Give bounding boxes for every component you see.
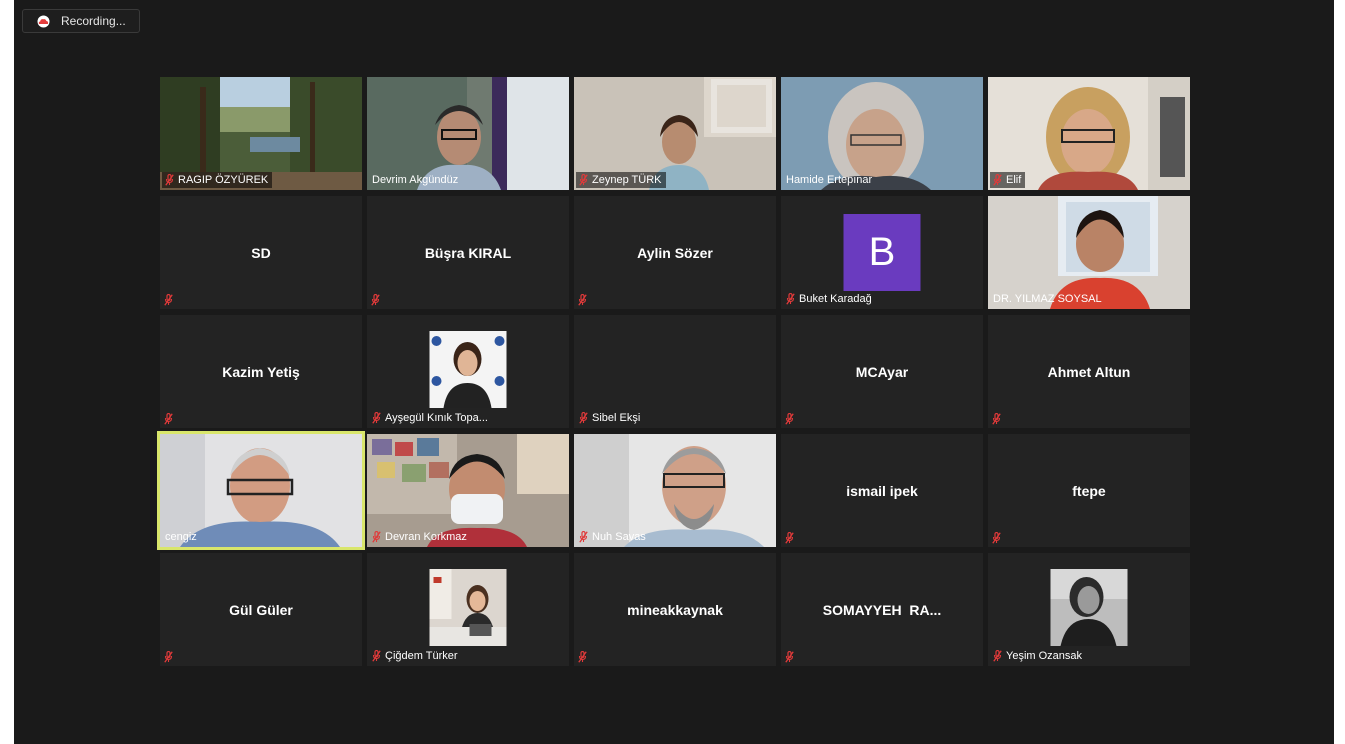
- recording-label: Recording...: [61, 14, 126, 28]
- participant-tile[interactable]: ismail ipek: [781, 434, 983, 547]
- mic-muted-icon: [992, 413, 1001, 425]
- participant-name-label: Devrim Akgündüz: [372, 174, 459, 186]
- profile-photo: [429, 569, 507, 646]
- mic-muted-icon: [786, 293, 795, 305]
- participant-tile[interactable]: Hamide Ertepınar: [781, 77, 983, 190]
- participant-tile[interactable]: Devrim Akgündüz: [367, 77, 569, 190]
- participant-name-label: Yeşim Ozansak: [990, 648, 1086, 664]
- participant-tile[interactable]: Yeşim Ozansak: [988, 553, 1190, 666]
- participant-display-name: Ahmet Altun: [1047, 363, 1131, 380]
- participant-name-label: Elif: [990, 172, 1026, 188]
- participant-tile[interactable]: ftepe: [988, 434, 1190, 547]
- mic-muted-icon: [579, 174, 588, 186]
- participant-tile[interactable]: MCAyar: [781, 315, 983, 428]
- participant-tile[interactable]: Nuh Savas: [574, 434, 776, 547]
- participant-display-name: ismail ipek: [846, 482, 918, 499]
- mic-muted-icon: [372, 531, 381, 543]
- mic-muted-icon: [993, 650, 1002, 662]
- mic-muted-icon: [578, 651, 587, 663]
- participant-display-name: Kazim Yetiş: [222, 363, 300, 380]
- participant-name-label: Ayşegül Kınık Topa...: [369, 410, 492, 426]
- participant-name-label: Hamide Ertepınar: [786, 174, 873, 186]
- participant-tile[interactable]: Büşra KIRAL: [367, 196, 569, 309]
- participant-name-label: Nuh Savas: [576, 529, 650, 545]
- participant-name-label: Sibel Ekşi: [576, 410, 644, 426]
- mic-muted-icon: [785, 413, 794, 425]
- mic-muted-icon: [164, 651, 173, 663]
- participant-display-name: MCAyar: [855, 363, 909, 380]
- participant-tile[interactable]: Ayşegül Kınık Topa...: [367, 315, 569, 428]
- participant-name-label: cengiz: [165, 531, 197, 543]
- participant-tile[interactable]: RAGIP ÖZYÜREK: [160, 77, 362, 190]
- participant-display-name: Aylin Sözer: [637, 244, 713, 261]
- mic-muted-icon: [164, 413, 173, 425]
- avatar: B: [843, 214, 921, 291]
- participant-name-label: RAGIP ÖZYÜREK: [162, 172, 273, 188]
- cloud-recording-icon: [35, 15, 52, 28]
- mic-muted-icon: [579, 412, 588, 424]
- mic-muted-icon: [372, 650, 381, 662]
- participant-display-name: mineakkaynak: [627, 601, 723, 618]
- mic-muted-icon: [579, 531, 588, 543]
- participant-display-name: SOMAYYEH RA...: [822, 601, 942, 618]
- mic-muted-icon: [164, 294, 173, 306]
- participant-tile[interactable]: SD: [160, 196, 362, 309]
- mic-muted-icon: [371, 294, 380, 306]
- participant-display-name: ftepe: [1072, 482, 1106, 499]
- participant-tile[interactable]: DR. YILMAZ SOYSAL: [988, 196, 1190, 309]
- participant-display-name: SD: [251, 244, 271, 261]
- recording-indicator[interactable]: Recording...: [22, 9, 140, 33]
- participant-tile[interactable]: mineakkaynak: [574, 553, 776, 666]
- mic-muted-icon: [785, 651, 794, 663]
- participant-tile[interactable]: SOMAYYEH RA...: [781, 553, 983, 666]
- participant-tile[interactable]: B Buket Karadağ: [781, 196, 983, 309]
- mic-muted-icon: [785, 532, 794, 544]
- participant-tile[interactable]: Devran Korkmaz: [367, 434, 569, 547]
- participant-tile[interactable]: Çiğdem Türker: [367, 553, 569, 666]
- participant-name-label: Buket Karadağ: [783, 291, 876, 307]
- mic-muted-icon: [372, 412, 381, 424]
- profile-photo: [1050, 569, 1128, 646]
- participant-name-label: Zeynep TÜRK: [576, 172, 666, 188]
- participant-tile[interactable]: Ahmet Altun: [988, 315, 1190, 428]
- mic-muted-icon: [992, 532, 1001, 544]
- participant-tile[interactable]: Gül Güler: [160, 553, 362, 666]
- mic-muted-icon: [165, 174, 174, 186]
- participant-tile[interactable]: Zeynep TÜRK: [574, 77, 776, 190]
- participant-display-name: Gül Güler: [229, 601, 293, 618]
- participant-tile[interactable]: Elif: [988, 77, 1190, 190]
- participant-tile[interactable]: Kazim Yetiş: [160, 315, 362, 428]
- participant-name-label: Devran Korkmaz: [369, 529, 471, 545]
- participant-name-label: Çiğdem Türker: [369, 648, 462, 664]
- gallery-view: RAGIP ÖZYÜREK Devrim Akgündüz Zeynep TÜR…: [157, 77, 1190, 666]
- participant-name-label: DR. YILMAZ SOYSAL: [993, 293, 1102, 305]
- participant-tile[interactable]: Aylin Sözer: [574, 196, 776, 309]
- profile-photo: [429, 331, 507, 408]
- participant-display-name: Büşra KIRAL: [424, 244, 512, 261]
- mic-muted-icon: [993, 174, 1002, 186]
- participant-tile[interactable]: Sibel Ekşi: [574, 315, 776, 428]
- participant-tile-active-speaker[interactable]: cengiz: [157, 431, 365, 550]
- mic-muted-icon: [578, 294, 587, 306]
